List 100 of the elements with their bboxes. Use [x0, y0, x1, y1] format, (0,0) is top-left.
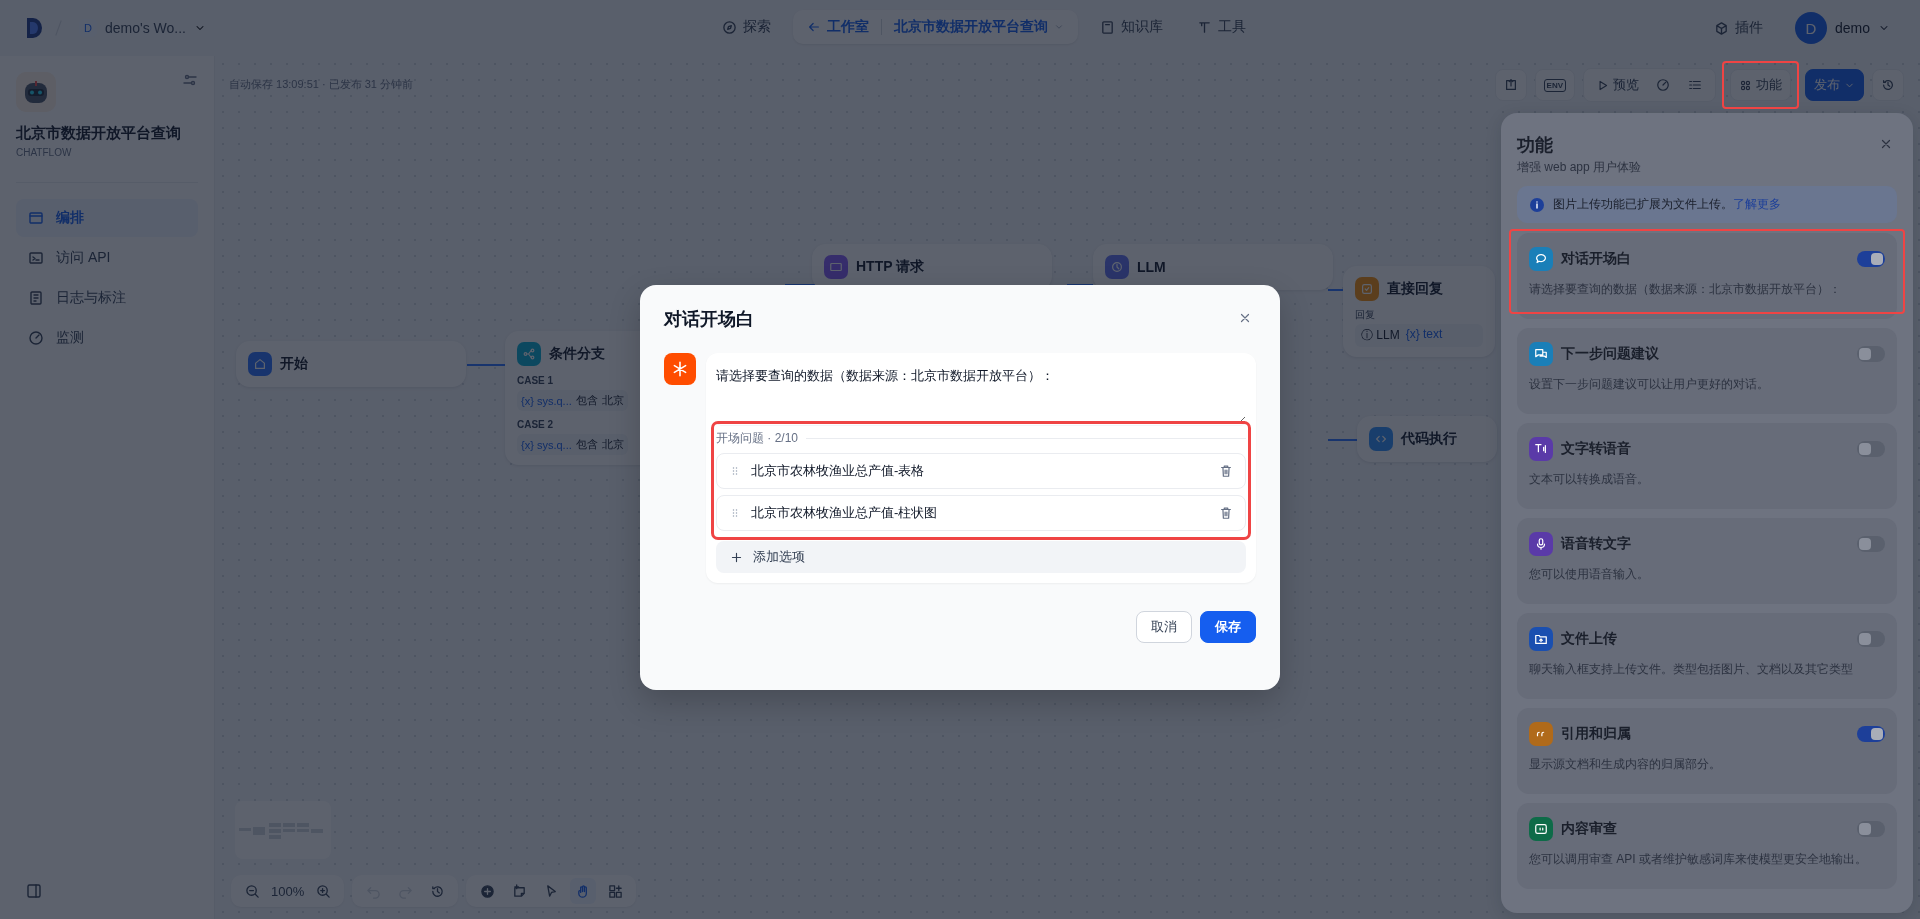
app-name: 北京市数据开放平台查询 — [16, 124, 182, 143]
zoom-out-icon — [244, 883, 260, 899]
switch-knob — [1859, 348, 1871, 360]
workflow-node[interactable]: 代码执行 — [1357, 416, 1497, 462]
case-label: CASE 2 — [517, 419, 554, 430]
book-icon — [1100, 19, 1115, 35]
case-label: CASE 1 — [517, 375, 554, 386]
node-title: HTTP 请求 — [856, 258, 925, 276]
feature-glyph-icon — [1534, 347, 1548, 361]
sidebar-item[interactable]: 编排 — [16, 199, 198, 237]
env-button[interactable]: ENV — [1534, 69, 1575, 101]
condition-row: {x} sys.q... 包含 北京 — [517, 390, 628, 411]
toggle-switch[interactable] — [1857, 251, 1885, 267]
toggle-switch[interactable] — [1857, 536, 1885, 552]
panel-subtitle: 增强 web app 用户体验 — [1517, 159, 1642, 176]
checklist-icon — [1688, 78, 1702, 92]
document-icon — [28, 290, 44, 306]
switch-knob — [1859, 538, 1871, 550]
workflow-node[interactable]: 开始 — [236, 341, 466, 387]
asterisk-glyph-icon — [671, 360, 689, 378]
feature-title: 对话开场白 — [1561, 250, 1631, 268]
terminal-icon — [28, 250, 44, 266]
features-icon — [1739, 78, 1752, 92]
add-option-button[interactable]: 添加选项 — [716, 541, 1246, 573]
node-title: 代码执行 — [1401, 430, 1457, 448]
switch-knob — [1859, 633, 1871, 645]
cancel-button[interactable]: 取消 — [1136, 611, 1192, 643]
node-glyph-icon — [1110, 260, 1124, 274]
trash-icon — [1219, 506, 1233, 520]
connector-line — [1328, 439, 1359, 441]
feature-glyph-icon — [1534, 632, 1548, 646]
compass-icon — [722, 19, 737, 35]
history-button[interactable] — [1872, 69, 1904, 101]
history-icon — [429, 883, 445, 899]
field-label: 回复 — [1355, 308, 1376, 322]
toggle-switch[interactable] — [1857, 631, 1885, 647]
switch-knob — [1859, 823, 1871, 835]
questions-label: 开场问题 · 2/10 — [716, 430, 799, 447]
feature-title: 文件上传 — [1561, 630, 1617, 648]
gauge-icon — [28, 330, 44, 346]
feature-title: 文字转语音 — [1561, 440, 1631, 458]
zoom-level: 100% — [271, 883, 305, 899]
gauge-icon — [1656, 78, 1670, 92]
feature-title: 下一步问题建议 — [1561, 345, 1659, 363]
feature-glyph-icon — [1534, 822, 1548, 836]
feature-glyph-icon — [1534, 537, 1548, 551]
workspace-selector[interactable]: D demo's Wo... — [73, 18, 212, 38]
nav-link[interactable]: 知识库 — [1088, 10, 1175, 44]
feature-glyph-icon — [1534, 442, 1548, 456]
feature-title: 语音转文字 — [1561, 535, 1631, 553]
feature-title: 引用和归属 — [1561, 725, 1631, 743]
nav-link[interactable]: 探索 — [710, 10, 783, 44]
info-icon — [1529, 196, 1545, 213]
sidebar-item[interactable]: 访问 API — [16, 239, 198, 277]
toggle-switch[interactable] — [1857, 346, 1885, 362]
user-menu[interactable]: D demo — [1788, 11, 1896, 45]
node-glyph-icon — [1360, 282, 1374, 296]
workflow-node[interactable]: 直接回复 回复 ⓘ LLM {x} text — [1343, 266, 1495, 357]
save-button[interactable]: 保存 — [1200, 611, 1256, 643]
feature-glyph-icon — [1534, 252, 1548, 266]
features-button[interactable]: 功能 — [1730, 69, 1791, 101]
export-button[interactable] — [1494, 69, 1527, 101]
learn-more-link[interactable]: 了解更多 — [1733, 197, 1781, 211]
logo[interactable] — [24, 16, 44, 40]
workflow-node[interactable]: LLM — [1093, 244, 1333, 290]
cube-icon — [1713, 20, 1729, 36]
plus-circle-icon — [479, 883, 495, 899]
switch-knob — [1871, 253, 1883, 265]
feature-title: 内容审查 — [1561, 820, 1617, 838]
toggle-switch[interactable] — [1857, 441, 1885, 457]
node-title: 直接回复 — [1387, 280, 1443, 298]
studio-tab[interactable]: 工作室 — [797, 12, 879, 42]
sliders-icon — [182, 72, 198, 88]
sidebar-toggle-icon — [26, 883, 42, 899]
plugins-button[interactable]: 插件 — [1707, 18, 1769, 38]
publish-button[interactable]: 发布 — [1805, 69, 1864, 101]
close-icon — [1238, 311, 1252, 325]
plus-icon — [730, 550, 743, 564]
question-field[interactable]: 北京市农林牧渔业总产值-表格 — [716, 453, 1246, 489]
switch-knob — [1871, 728, 1883, 740]
node-glyph-icon — [522, 347, 536, 361]
sidebar-item[interactable]: 日志与标注 — [16, 279, 198, 317]
trash-icon — [1219, 464, 1233, 478]
app-selector[interactable]: 北京市数据开放平台查询 — [884, 12, 1074, 42]
hand-button[interactable] — [570, 878, 597, 904]
back-arrow-icon — [807, 20, 821, 34]
condition-row: {x} sys.q... 包含 北京 — [517, 434, 628, 455]
node-glyph-icon — [253, 357, 267, 371]
toggle-switch[interactable] — [1857, 726, 1885, 742]
play-icon — [1596, 78, 1609, 92]
close-icon — [1879, 137, 1893, 151]
zoom-in-icon — [315, 883, 331, 899]
nav-link[interactable]: 工具 — [1185, 10, 1258, 44]
note-icon — [511, 883, 527, 899]
question-field[interactable]: 北京市农林牧渔业总产值-柱状图 — [716, 495, 1246, 531]
grid-plus-icon — [607, 883, 623, 899]
sidebar-item[interactable]: 监测 — [16, 319, 198, 357]
toggle-switch[interactable] — [1857, 821, 1885, 837]
window-icon — [28, 210, 44, 226]
history-icon — [1881, 78, 1895, 92]
